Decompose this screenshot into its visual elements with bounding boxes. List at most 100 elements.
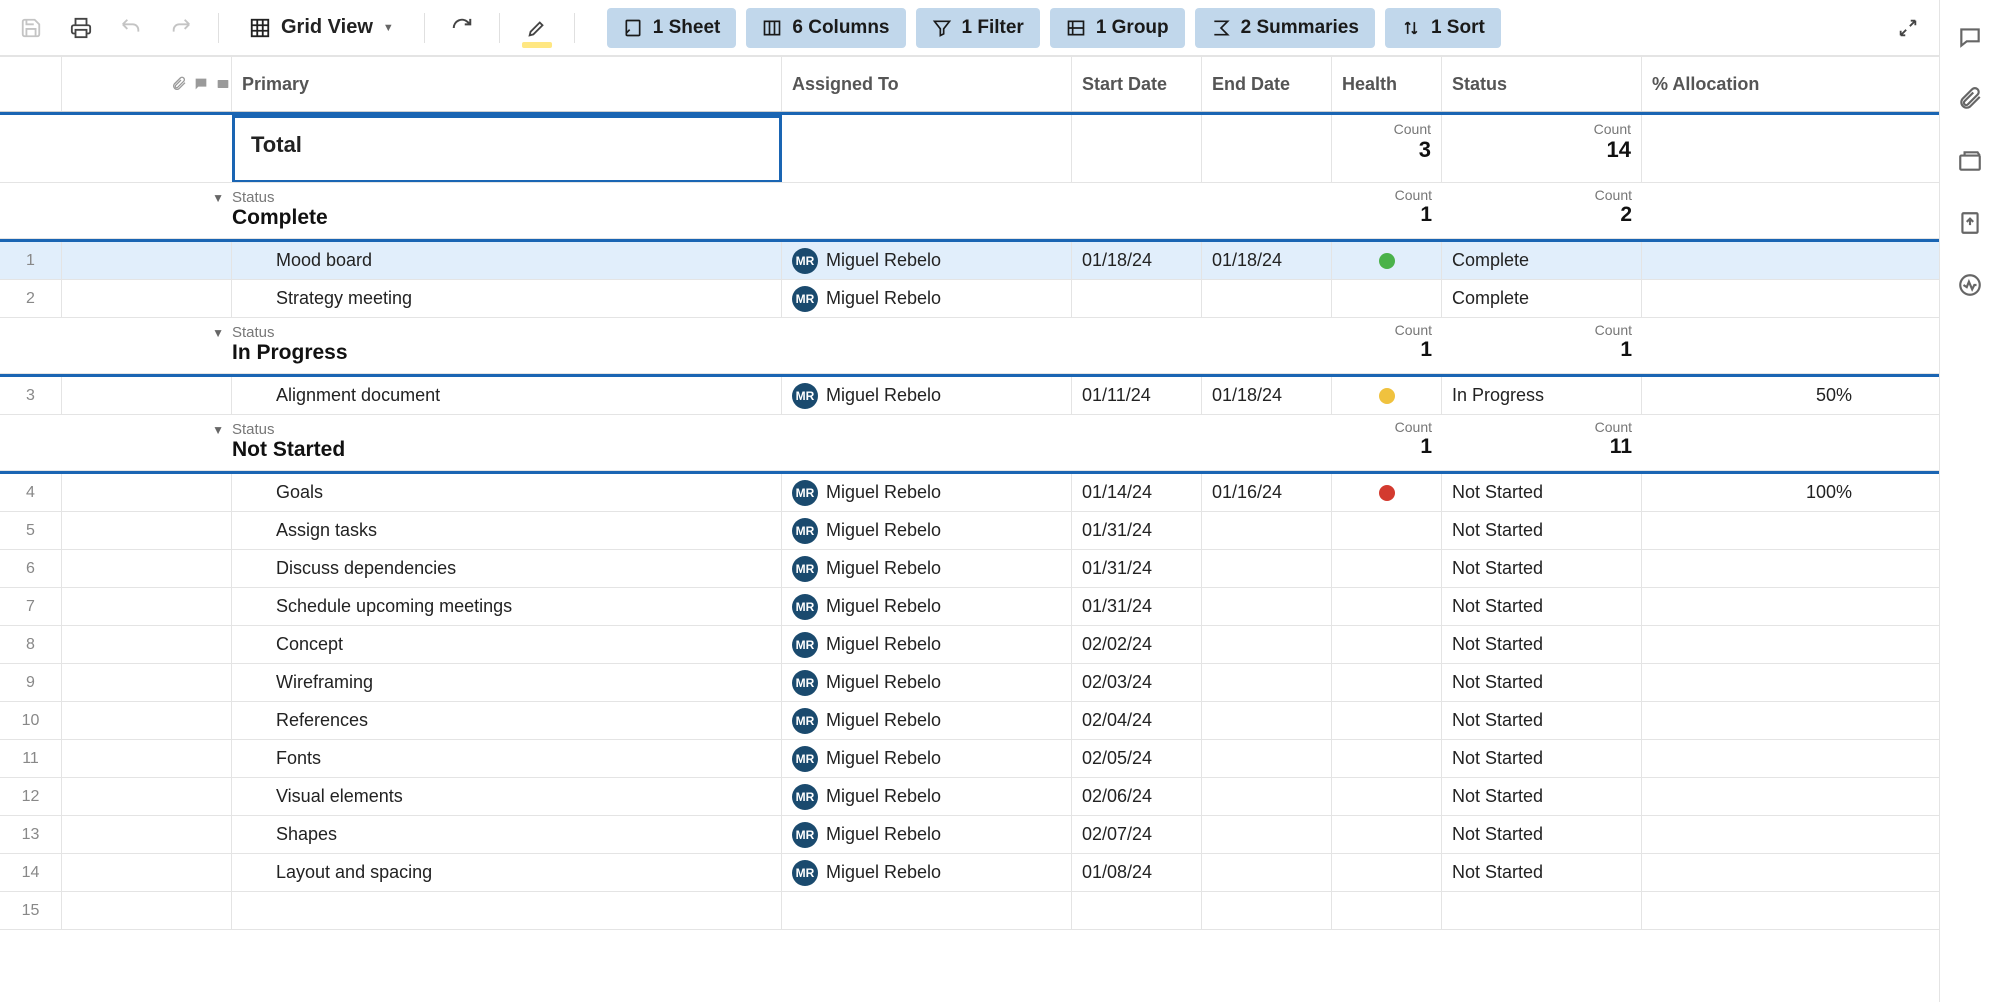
cell-health[interactable] bbox=[1332, 512, 1442, 549]
cell-allocation[interactable] bbox=[1642, 816, 1862, 853]
cell-status[interactable]: Not Started bbox=[1442, 740, 1642, 777]
activity-icon[interactable] bbox=[1957, 272, 1983, 298]
row-actions[interactable] bbox=[62, 512, 232, 549]
cell-start-date[interactable]: 02/06/24 bbox=[1072, 778, 1202, 815]
group-collapse-toggle[interactable]: ▼ bbox=[62, 415, 232, 470]
highlight-button[interactable] bbox=[518, 10, 556, 46]
cell-primary[interactable]: Visual elements bbox=[232, 778, 782, 815]
cell-allocation[interactable] bbox=[1642, 740, 1862, 777]
cell-primary[interactable]: Shapes bbox=[232, 816, 782, 853]
row-number[interactable]: 10 bbox=[0, 702, 62, 739]
cell-status[interactable]: Not Started bbox=[1442, 626, 1642, 663]
cell-health[interactable] bbox=[1332, 854, 1442, 891]
cell-start-date[interactable]: 01/31/24 bbox=[1072, 550, 1202, 587]
row-actions[interactable] bbox=[62, 588, 232, 625]
attachments-icon[interactable] bbox=[1957, 86, 1983, 112]
cell-status[interactable]: Not Started bbox=[1442, 664, 1642, 701]
table-row[interactable]: 12 Visual elements MRMiguel Rebelo 02/06… bbox=[0, 778, 1939, 816]
row-actions[interactable] bbox=[62, 740, 232, 777]
table-row[interactable]: 2 Strategy meeting MRMiguel Rebelo Compl… bbox=[0, 280, 1939, 318]
table-row[interactable]: 5 Assign tasks MRMiguel Rebelo 01/31/24 … bbox=[0, 512, 1939, 550]
cell-status[interactable]: Not Started bbox=[1442, 588, 1642, 625]
table-row[interactable]: 6 Discuss dependencies MRMiguel Rebelo 0… bbox=[0, 550, 1939, 588]
cell-primary[interactable]: References bbox=[232, 702, 782, 739]
cell-end-date[interactable] bbox=[1202, 626, 1332, 663]
cell-primary[interactable]: Schedule upcoming meetings bbox=[232, 588, 782, 625]
table-row[interactable]: 10 References MRMiguel Rebelo 02/04/24 N… bbox=[0, 702, 1939, 740]
cell-assigned[interactable]: MRMiguel Rebelo bbox=[782, 280, 1072, 317]
cell-primary[interactable]: Layout and spacing bbox=[232, 854, 782, 891]
cell-end-date[interactable] bbox=[1202, 816, 1332, 853]
cell-start-date[interactable]: 02/04/24 bbox=[1072, 702, 1202, 739]
cell-start-date[interactable]: 02/07/24 bbox=[1072, 816, 1202, 853]
cell-start-date[interactable]: 02/02/24 bbox=[1072, 626, 1202, 663]
cell-assigned[interactable]: MRMiguel Rebelo bbox=[782, 242, 1072, 279]
cell-status[interactable]: Not Started bbox=[1442, 854, 1642, 891]
cell-end-date[interactable]: 01/18/24 bbox=[1202, 377, 1332, 414]
cell-status[interactable]: Not Started bbox=[1442, 512, 1642, 549]
table-row[interactable]: 7 Schedule upcoming meetings MRMiguel Re… bbox=[0, 588, 1939, 626]
cell-health[interactable] bbox=[1332, 588, 1442, 625]
col-status[interactable]: Status bbox=[1442, 57, 1642, 111]
cell-end-date[interactable] bbox=[1202, 702, 1332, 739]
cell-status[interactable]: Complete bbox=[1442, 280, 1642, 317]
cell-start-date[interactable]: 01/08/24 bbox=[1072, 854, 1202, 891]
cell-allocation[interactable] bbox=[1642, 664, 1862, 701]
cell-primary[interactable]: Strategy meeting bbox=[232, 280, 782, 317]
summaries-pill[interactable]: 2 Summaries bbox=[1195, 8, 1375, 48]
cell-status[interactable]: In Progress bbox=[1442, 377, 1642, 414]
cell-assigned[interactable]: MRMiguel Rebelo bbox=[782, 816, 1072, 853]
col-assigned[interactable]: Assigned To bbox=[782, 57, 1072, 111]
row-actions[interactable] bbox=[62, 702, 232, 739]
cell-status[interactable]: Not Started bbox=[1442, 702, 1642, 739]
row-actions[interactable] bbox=[62, 626, 232, 663]
group-pill[interactable]: 1 Group bbox=[1050, 8, 1185, 48]
publish-icon[interactable] bbox=[1957, 210, 1983, 236]
row-number[interactable]: 12 bbox=[0, 778, 62, 815]
col-health[interactable]: Health bbox=[1332, 57, 1442, 111]
cell-end-date[interactable] bbox=[1202, 550, 1332, 587]
cell-primary[interactable]: Wireframing bbox=[232, 664, 782, 701]
cell-primary[interactable]: Goals bbox=[232, 474, 782, 511]
cell-health[interactable] bbox=[1332, 702, 1442, 739]
cell-allocation[interactable] bbox=[1642, 242, 1862, 279]
cell-assigned[interactable]: MRMiguel Rebelo bbox=[782, 854, 1072, 891]
cell-assigned[interactable]: MRMiguel Rebelo bbox=[782, 550, 1072, 587]
row-actions[interactable] bbox=[62, 854, 232, 891]
col-primary[interactable]: Primary bbox=[232, 57, 782, 111]
row-number[interactable]: 2 bbox=[0, 280, 62, 317]
cell-status[interactable]: Not Started bbox=[1442, 550, 1642, 587]
undo-button[interactable] bbox=[112, 10, 150, 46]
row-actions[interactable] bbox=[62, 474, 232, 511]
print-button[interactable] bbox=[62, 10, 100, 46]
cell-allocation[interactable] bbox=[1642, 854, 1862, 891]
row-number[interactable]: 3 bbox=[0, 377, 62, 414]
cell-end-date[interactable] bbox=[1202, 664, 1332, 701]
cell-allocation[interactable] bbox=[1642, 512, 1862, 549]
table-row[interactable]: 3 Alignment document MRMiguel Rebelo 01/… bbox=[0, 377, 1939, 415]
filter-pill[interactable]: 1 Filter bbox=[916, 8, 1040, 48]
cell-start-date[interactable]: 01/14/24 bbox=[1072, 474, 1202, 511]
row-number[interactable]: 8 bbox=[0, 626, 62, 663]
cell-assigned[interactable]: MRMiguel Rebelo bbox=[782, 702, 1072, 739]
table-row[interactable]: 14 Layout and spacing MRMiguel Rebelo 01… bbox=[0, 854, 1939, 892]
group-collapse-toggle[interactable]: ▼ bbox=[62, 183, 232, 238]
row-actions[interactable] bbox=[62, 664, 232, 701]
conversations-icon[interactable] bbox=[1957, 24, 1983, 50]
cell-end-date[interactable] bbox=[1202, 512, 1332, 549]
cell-end-date[interactable]: 01/16/24 bbox=[1202, 474, 1332, 511]
row-number[interactable]: 1 bbox=[0, 242, 62, 279]
row-number[interactable]: 15 bbox=[0, 892, 62, 929]
cell-primary[interactable]: Alignment document bbox=[232, 377, 782, 414]
cell-end-date[interactable] bbox=[1202, 854, 1332, 891]
row-number[interactable]: 14 bbox=[0, 854, 62, 891]
group-collapse-toggle[interactable]: ▼ bbox=[62, 318, 232, 373]
cell-status[interactable]: Not Started bbox=[1442, 816, 1642, 853]
cell-status[interactable]: Not Started bbox=[1442, 778, 1642, 815]
cell-primary[interactable]: Concept bbox=[232, 626, 782, 663]
cell-assigned[interactable]: MRMiguel Rebelo bbox=[782, 474, 1072, 511]
row-actions[interactable] bbox=[62, 377, 232, 414]
sheet-pill[interactable]: 1 Sheet bbox=[607, 8, 737, 48]
table-row[interactable]: 9 Wireframing MRMiguel Rebelo 02/03/24 N… bbox=[0, 664, 1939, 702]
col-allocation[interactable]: % Allocation bbox=[1642, 57, 1862, 111]
